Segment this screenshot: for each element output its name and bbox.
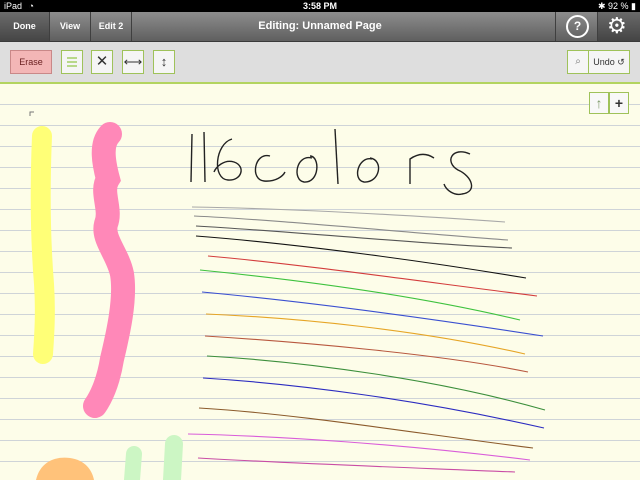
settings-button[interactable]: ⚙	[597, 12, 640, 41]
color-line	[191, 206, 506, 223]
toolbar: Erase ✕ ⟷ ↕ ⌕ Undo ↺	[0, 42, 640, 84]
color-line	[197, 457, 516, 473]
pink-highlighter-stroke	[83, 122, 136, 418]
color-line	[206, 355, 546, 411]
vertical-resize-button[interactable]: ↕	[153, 50, 175, 74]
ink-drawing[interactable]	[0, 84, 640, 480]
page-up-button[interactable]: ↑	[589, 92, 609, 114]
green-highlighter-stroke-2	[163, 435, 183, 480]
color-line	[205, 313, 526, 355]
bluetooth-icon: ✱	[597, 1, 606, 11]
tools-button[interactable]: ✕	[91, 50, 113, 74]
undo-icon: ↺	[617, 57, 625, 67]
green-highlighter-stroke-1	[124, 446, 142, 480]
lines-button[interactable]	[61, 50, 83, 74]
status-time: 3:58 PM	[302, 1, 337, 11]
help-button[interactable]: ?	[555, 12, 598, 41]
edit-tab[interactable]: Edit 2	[91, 12, 132, 41]
status-right: ✱ 92 % ▮	[598, 0, 636, 12]
search-icon: ⌕	[575, 56, 581, 67]
color-line	[195, 235, 527, 279]
question-icon: ?	[566, 15, 589, 38]
horizontal-resize-button[interactable]: ⟷	[122, 50, 144, 74]
gear-icon: ⚙	[607, 13, 627, 38]
battery-icon: ▮	[631, 1, 636, 11]
handwriting-16colors	[190, 128, 473, 196]
yellow-highlighter-stroke	[30, 126, 55, 364]
add-page-button[interactable]: +	[609, 92, 629, 114]
status-bar: iPad ◔ 3:58 PM ✱ 92 % ▮	[0, 0, 640, 12]
orange-blob	[36, 457, 94, 480]
erase-button[interactable]: Erase	[10, 50, 52, 74]
corner-mark	[29, 111, 34, 116]
view-tab[interactable]: View	[50, 12, 91, 41]
up-arrow-icon: ↑	[595, 95, 603, 111]
color-line	[199, 269, 521, 321]
undo-button[interactable]: Undo ↺	[588, 50, 630, 74]
color-lines	[187, 206, 546, 473]
search-button[interactable]: ⌕	[567, 50, 589, 74]
done-button[interactable]: Done	[0, 12, 50, 41]
color-line	[187, 433, 531, 461]
battery-level: 92 %	[608, 1, 629, 11]
color-line	[198, 407, 534, 449]
color-line	[202, 377, 545, 429]
color-line	[204, 335, 529, 373]
tools-icon: ✕	[95, 53, 109, 70]
horizontal-resize-icon: ⟷	[123, 54, 143, 69]
plus-icon: +	[614, 95, 624, 111]
vertical-resize-icon: ↕	[160, 54, 168, 69]
title-bar: Done View Edit 2 Editing: Unnamed Page ?…	[0, 12, 640, 42]
undo-label: Undo	[593, 57, 615, 67]
